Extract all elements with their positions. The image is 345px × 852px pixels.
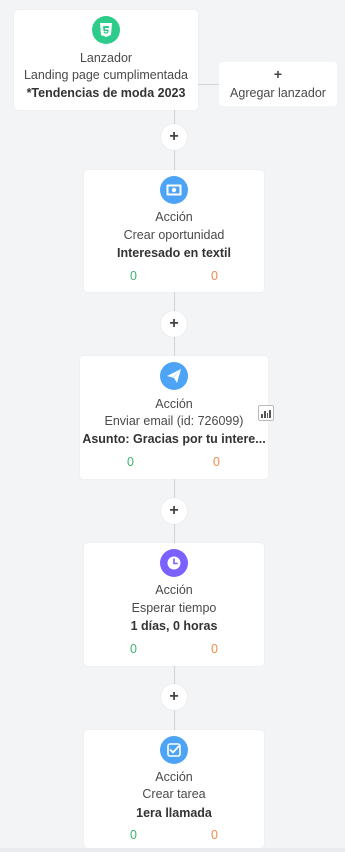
html5-icon [92, 16, 120, 44]
step-name: Crear oportunidad [123, 228, 225, 242]
step-detail: 1era llamada [136, 806, 212, 820]
step-name: Crear tarea [142, 787, 206, 801]
add-step-button[interactable]: + [161, 498, 187, 524]
step-name: Esperar tiempo [131, 601, 217, 615]
success-count[interactable]: 0 [130, 828, 137, 842]
stats-chart-icon[interactable] [258, 405, 274, 421]
step-name: Enviar email (id: 726099) [104, 414, 244, 428]
step-type: Acción [155, 583, 193, 597]
trigger-subtitle: Landing page cumplimentada [23, 68, 188, 82]
fail-count[interactable]: 0 [211, 828, 218, 842]
fail-count[interactable]: 0 [211, 642, 218, 656]
success-count[interactable]: 0 [127, 455, 134, 469]
step-detail: Asunto: Gracias por tu intere... [82, 432, 266, 446]
step-type: Acción [155, 770, 193, 784]
trigger-detail: *Tendencias de moda 2023 [26, 86, 186, 100]
add-step-button[interactable]: + [161, 684, 187, 710]
action-card-send-email[interactable]: Acción Enviar email (id: 726099) Asunto:… [80, 356, 268, 479]
bottom-edge [0, 848, 345, 852]
send-icon [160, 362, 188, 390]
step-type: Acción [155, 210, 193, 224]
step-detail: Interesado en textil [117, 246, 231, 260]
clock-icon [160, 549, 188, 577]
money-icon [160, 176, 188, 204]
add-trigger-button[interactable]: + Agregar lanzador [219, 62, 337, 106]
step-type: Acción [155, 397, 193, 411]
add-step-button[interactable]: + [161, 124, 187, 150]
fail-count[interactable]: 0 [213, 455, 220, 469]
fail-count[interactable]: 0 [211, 269, 218, 283]
action-card-wait[interactable]: Acción Esperar tiempo 1 días, 0 horas 0 … [84, 543, 264, 666]
success-count[interactable]: 0 [130, 269, 137, 283]
step-detail: 1 días, 0 horas [130, 619, 218, 633]
checkbox-icon [160, 736, 188, 764]
add-step-button[interactable]: + [161, 311, 187, 337]
add-trigger-label: Agregar lanzador [230, 86, 326, 100]
connector-line [198, 84, 219, 85]
plus-icon: + [273, 66, 283, 82]
action-card-create-opportunity[interactable]: Acción Crear oportunidad Interesado en t… [84, 170, 264, 292]
trigger-card[interactable]: Lanzador Landing page cumplimentada *Ten… [14, 10, 198, 110]
action-card-create-task[interactable]: Acción Crear tarea 1era llamada 0 0 [84, 730, 264, 848]
trigger-title: Lanzador [79, 51, 133, 65]
success-count[interactable]: 0 [130, 642, 137, 656]
